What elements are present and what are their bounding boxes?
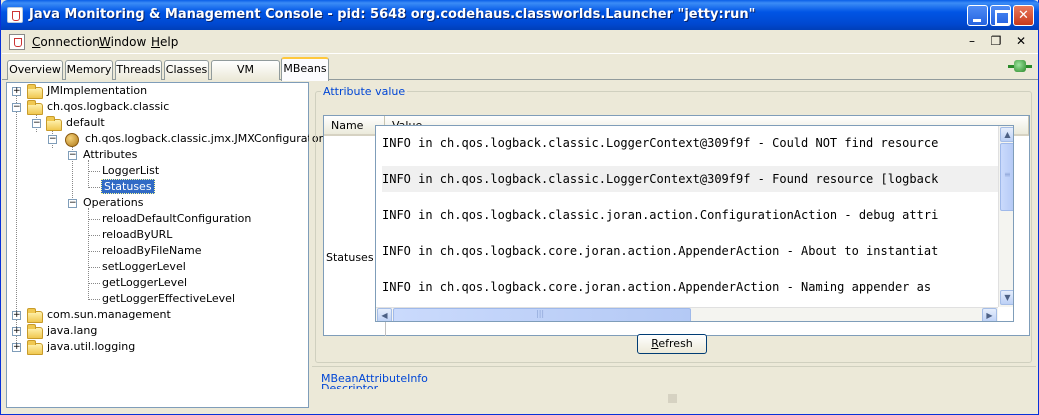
- folder-icon: [27, 308, 43, 323]
- collapse-icon[interactable]: −: [32, 119, 41, 128]
- panel-divider: [312, 366, 1036, 367]
- vertical-scrollbar[interactable]: ▲ ≡ ▼: [998, 126, 1013, 307]
- folder-icon: [27, 324, 43, 339]
- tree-node-operation[interactable]: reloadDefaultConfiguration: [102, 211, 251, 227]
- tree-node-default[interactable]: default: [66, 115, 105, 131]
- app-window: Java Monitoring & Management Console - p…: [0, 0, 1039, 415]
- mbean-tree: + JMImplementation − ch.qos.logback.clas…: [6, 82, 323, 408]
- tree-node-operation[interactable]: setLoggerLevel: [102, 259, 186, 275]
- collapse-icon[interactable]: −: [12, 103, 21, 112]
- tree-node-operation[interactable]: getLoggerLevel: [102, 275, 187, 291]
- tree-node-logback-classic[interactable]: ch.qos.logback.classic: [47, 99, 169, 115]
- tree-guide: [88, 235, 100, 236]
- scroll-down-icon[interactable]: ▼: [1000, 290, 1013, 305]
- java-cup-icon[interactable]: [9, 34, 25, 50]
- title-bar[interactable]: Java Monitoring & Management Console - p…: [1, 0, 1039, 30]
- tab-bar: Overview Memory Threads Classes VM Summa…: [2, 55, 1038, 94]
- horizontal-scrollbar[interactable]: ◀ ||| ▶: [376, 307, 998, 321]
- internal-close-icon[interactable]: ✕: [1013, 34, 1029, 50]
- internal-restore-icon[interactable]: ❐: [988, 34, 1004, 50]
- java-cup-icon: [7, 7, 23, 23]
- tree-guide: [88, 208, 89, 300]
- row-name-cell: Statuses: [326, 251, 374, 264]
- tab-mbeans[interactable]: MBeans: [281, 57, 329, 81]
- menu-connection[interactable]: Connection: [32, 35, 100, 49]
- tree-node-operation[interactable]: getLoggerEffectiveLevel: [102, 291, 235, 307]
- statuses-list[interactable]: INFO in ch.qos.logback.classic.LoggerCon…: [375, 125, 1014, 322]
- tab-memory[interactable]: Memory: [65, 60, 113, 80]
- tree-guide: [88, 187, 100, 188]
- tree-node-jmxconfigurator[interactable]: ch.qos.logback.classic.jmx.JMXConfigurat…: [85, 131, 323, 147]
- tree-guide: [16, 96, 17, 343]
- tree-guide: [88, 160, 89, 188]
- expand-icon[interactable]: +: [12, 327, 21, 336]
- minimize-button[interactable]: [967, 5, 988, 26]
- tree-node-jmimplementation[interactable]: JMImplementation: [47, 83, 147, 99]
- tree-node-operation[interactable]: reloadByFileName: [102, 243, 201, 259]
- scroll-right-icon[interactable]: ▶: [982, 308, 997, 321]
- refresh-button[interactable]: Refresh: [637, 334, 707, 354]
- mbean-icon: [65, 133, 79, 147]
- tab-threads[interactable]: Threads: [115, 60, 162, 80]
- expand-icon[interactable]: +: [12, 343, 21, 352]
- connection-status-icon: [1008, 59, 1032, 73]
- collapse-icon[interactable]: −: [68, 199, 77, 208]
- window-title: Java Monitoring & Management Console - p…: [29, 7, 756, 22]
- tree-node-operations[interactable]: Operations: [83, 195, 143, 211]
- tree-guide: [88, 283, 100, 284]
- tree-node-loggerlist[interactable]: LoggerList: [102, 163, 159, 179]
- tree-node-attributes[interactable]: Attributes: [83, 147, 137, 163]
- list-item[interactable]: INFO in ch.qos.logback.core.joran.action…: [382, 238, 1002, 264]
- expand-icon[interactable]: +: [12, 311, 21, 320]
- folder-icon: [27, 84, 43, 99]
- tree-node-java-lang[interactable]: java.lang: [47, 323, 97, 339]
- collapse-icon[interactable]: −: [48, 135, 57, 144]
- list-item[interactable]: INFO in ch.qos.logback.classic.LoggerCon…: [382, 166, 1002, 192]
- tree-guide: [88, 299, 100, 300]
- tree-guide: [88, 251, 100, 252]
- list-item[interactable]: INFO in ch.qos.logback.classic.LoggerCon…: [382, 130, 1002, 156]
- tree-guide: [88, 267, 100, 268]
- folder-icon: [27, 100, 43, 115]
- group-title: Attribute value: [321, 85, 408, 98]
- tree-node-operation[interactable]: reloadByURL: [102, 227, 172, 243]
- list-item[interactable]: INFO in ch.qos.logback.classic.joran.act…: [382, 202, 1002, 228]
- maximize-button[interactable]: [990, 5, 1011, 26]
- folder-icon: [46, 116, 62, 131]
- tree-node-java-util-logging[interactable]: java.util.logging: [47, 339, 135, 355]
- tree-guide: [88, 171, 100, 172]
- menu-bar: Connection Window Help – ❐ ✕: [2, 30, 1038, 54]
- grip-icon: |||: [536, 309, 545, 318]
- expand-icon[interactable]: +: [12, 87, 21, 96]
- descriptor-link[interactable]: Descriptor: [321, 382, 378, 389]
- scroll-up-icon[interactable]: ▲: [1000, 127, 1013, 142]
- grip-icon: ≡: [1004, 170, 1011, 179]
- tab-vm-summary[interactable]: VM Summary: [211, 60, 280, 94]
- attribute-panel: Name Value Statuses Attribute value INFO…: [312, 82, 1036, 408]
- menu-help[interactable]: Help: [151, 35, 178, 49]
- folder-icon: [27, 340, 43, 355]
- close-button[interactable]: ✕: [1013, 5, 1034, 26]
- collapse-icon[interactable]: −: [68, 151, 77, 160]
- tree-node-statuses[interactable]: Statuses: [101, 179, 155, 195]
- internal-minimize-icon[interactable]: –: [964, 34, 980, 50]
- scroll-left-icon[interactable]: ◀: [377, 308, 392, 321]
- tree-guide: [88, 219, 100, 220]
- list-item[interactable]: INFO in ch.qos.logback.core.joran.action…: [382, 274, 1002, 300]
- resize-handle-icon[interactable]: [668, 394, 677, 403]
- menu-window[interactable]: Window: [99, 35, 146, 49]
- tree-node-com-sun-management[interactable]: com.sun.management: [47, 307, 171, 323]
- tab-classes[interactable]: Classes: [164, 60, 209, 80]
- tab-overview[interactable]: Overview: [7, 60, 63, 80]
